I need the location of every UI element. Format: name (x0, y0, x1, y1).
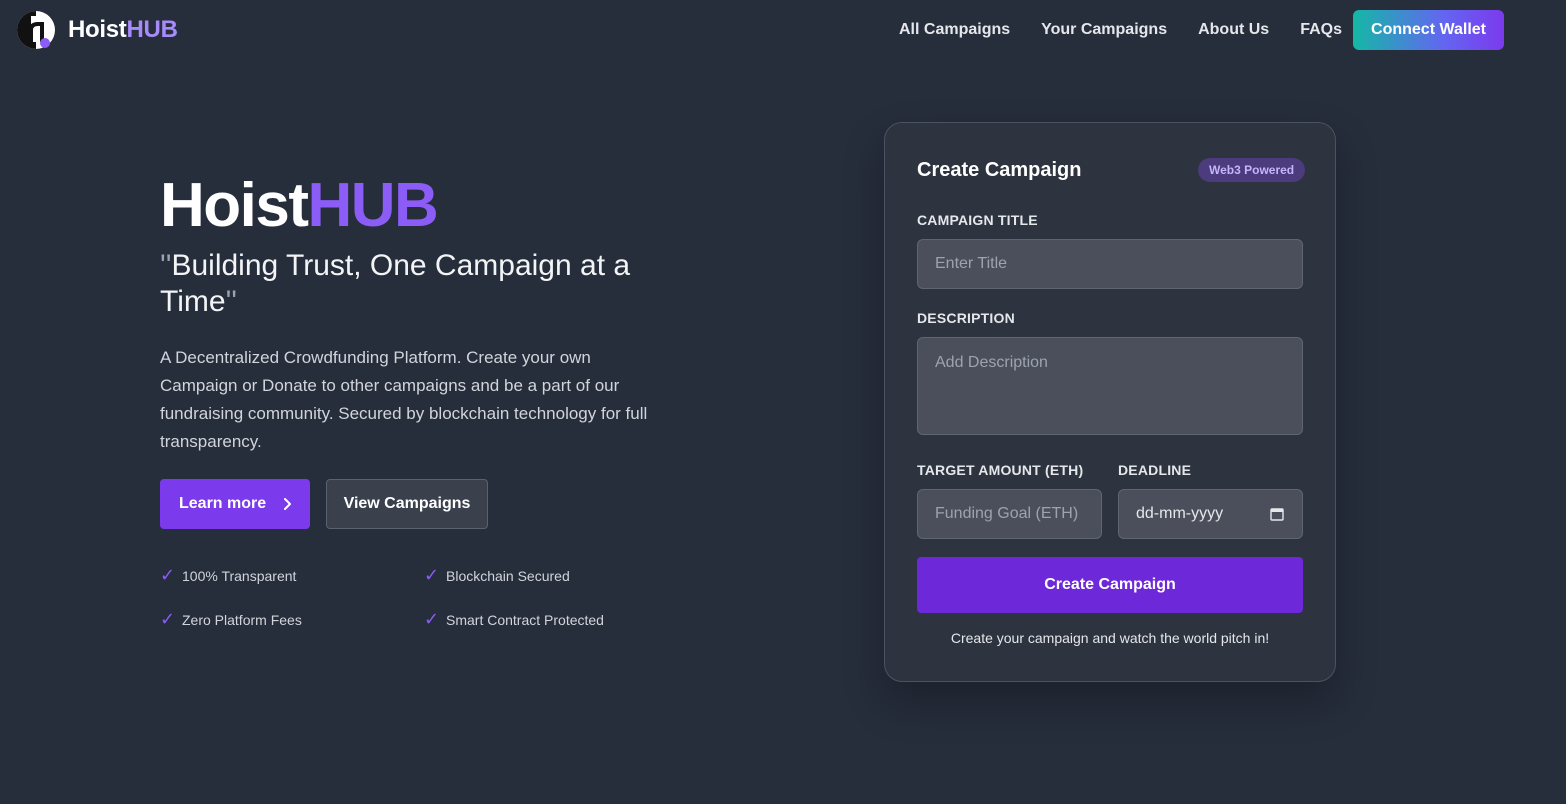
card-title: Create Campaign (917, 159, 1082, 181)
campaign-title-label: CAMPAIGN TITLE (917, 212, 1038, 228)
description-label: DESCRIPTION (917, 310, 1015, 326)
nav-link-all-campaigns[interactable]: All Campaigns (899, 20, 1010, 40)
nav-link-faqs[interactable]: FAQs (1300, 20, 1342, 40)
deadline-placeholder: dd-mm-yyyy (1136, 505, 1224, 522)
chevron-right-icon (284, 498, 292, 510)
feature-item: ✓ Smart Contract Protected (424, 609, 604, 629)
description-textarea[interactable]: Add Description (917, 337, 1303, 435)
create-campaign-button[interactable]: Create Campaign (917, 557, 1303, 613)
deadline-label: DEADLINE (1118, 462, 1192, 478)
nav-link-about-us[interactable]: About Us (1198, 20, 1269, 40)
campaign-title-input[interactable]: Enter Title (917, 239, 1303, 289)
hero-title: HoistHUB (160, 171, 439, 240)
top-navbar: HoistHUB All Campaigns Your Campaigns Ab… (0, 0, 1566, 62)
web3-badge: Web3 Powered (1198, 158, 1306, 182)
deadline-date-input[interactable]: dd-mm-yyyy (1118, 489, 1303, 539)
brand-logo[interactable]: HoistHUB (16, 10, 178, 50)
connect-wallet-button[interactable]: Connect Wallet (1353, 10, 1504, 50)
check-icon: ✓ (424, 609, 440, 629)
target-amount-label: TARGET AMOUNT (ETH) (917, 462, 1084, 478)
nav-link-your-campaigns[interactable]: Your Campaigns (1041, 20, 1167, 40)
feature-item: ✓ Blockchain Secured (424, 565, 570, 585)
hoisthub-logo-icon (16, 10, 56, 50)
calendar-icon[interactable] (1270, 507, 1284, 521)
feature-item: ✓ 100% Transparent (160, 565, 297, 585)
create-campaign-card: Create Campaign Web3 Powered CAMPAIGN TI… (884, 122, 1336, 682)
view-campaigns-button[interactable]: View Campaigns (326, 479, 488, 529)
brand-name: HoistHUB (68, 16, 178, 43)
learn-more-button[interactable]: Learn more (160, 479, 310, 529)
check-icon: ✓ (160, 565, 176, 585)
target-amount-input[interactable]: Funding Goal (ETH) (917, 489, 1102, 539)
feature-item: ✓ Zero Platform Fees (160, 609, 302, 629)
learn-more-label: Learn more (179, 495, 267, 512)
nav-links: All Campaigns Your Campaigns About Us FA… (899, 20, 1373, 40)
check-icon: ✓ (160, 609, 176, 629)
card-footer-text: Create your campaign and watch the world… (950, 630, 1270, 646)
hero-tagline: ''Building Trust, One Campaign at a Time… (160, 249, 631, 318)
check-icon: ✓ (424, 565, 440, 585)
hero-description: A Decentralized Crowdfunding Platform. C… (160, 348, 648, 451)
